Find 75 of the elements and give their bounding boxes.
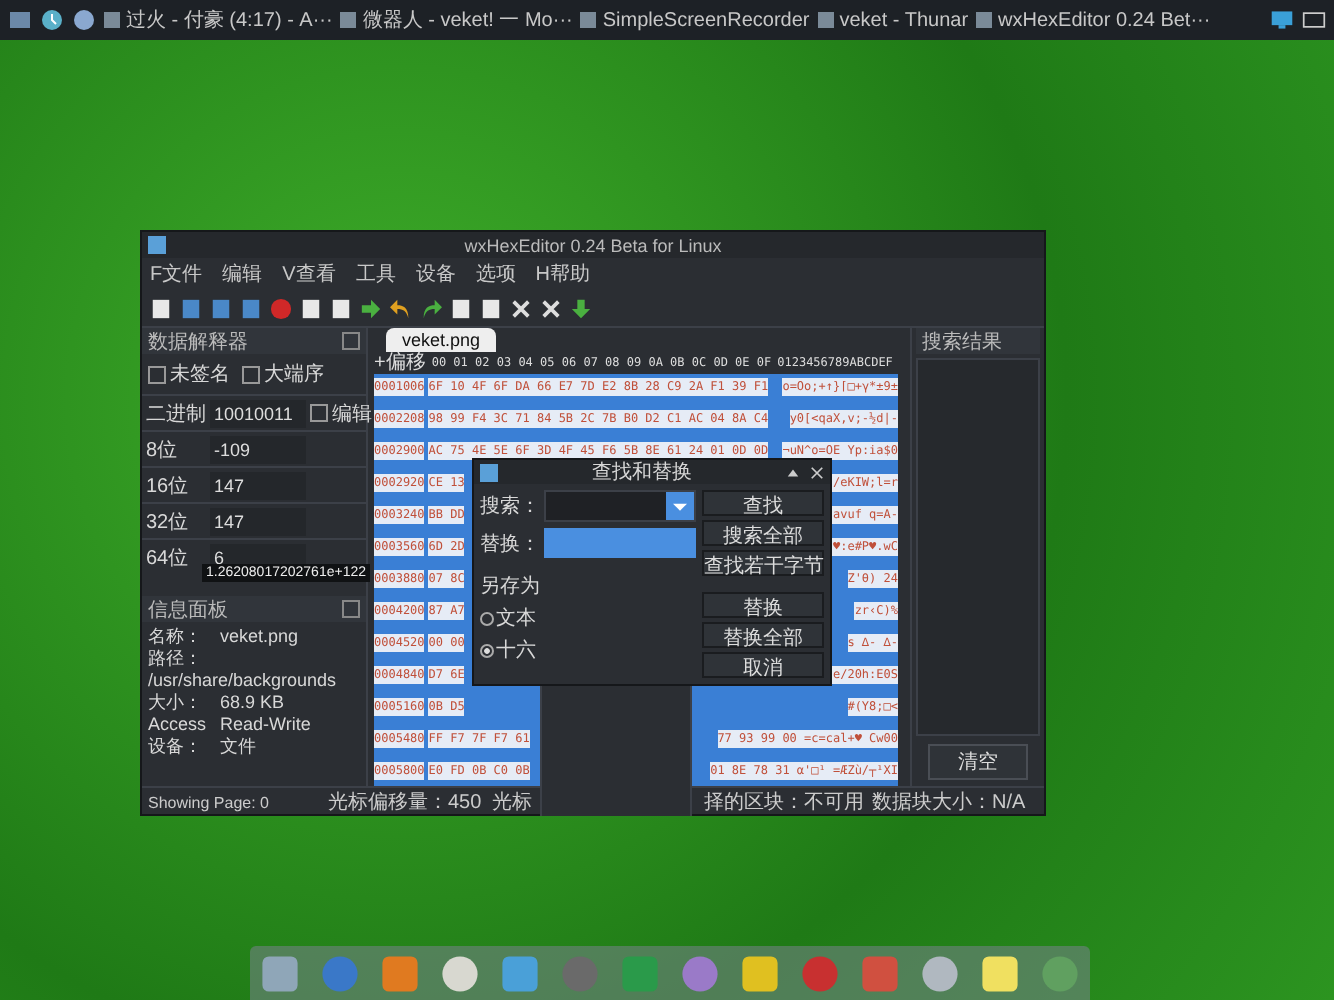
edit-checkbox[interactable]: 编辑 bbox=[310, 399, 372, 427]
window-icon[interactable] bbox=[8, 8, 32, 32]
dialog-button[interactable]: 取消 bbox=[702, 652, 824, 678]
search-label: 搜索： bbox=[480, 493, 540, 520]
menu-item[interactable]: F文件 bbox=[150, 260, 203, 288]
type-label: 8位 bbox=[146, 437, 180, 463]
value-field[interactable]: -109 bbox=[210, 435, 306, 463]
value-field[interactable]: 147 bbox=[210, 507, 306, 535]
app-icon[interactable] bbox=[918, 951, 962, 995]
type-label: 二进制 bbox=[146, 401, 206, 427]
clear-button[interactable]: 清空 bbox=[928, 744, 1028, 780]
menu-item[interactable]: H帮助 bbox=[535, 260, 591, 288]
arrow-down-icon[interactable] bbox=[570, 297, 592, 319]
dialog-title: 查找和替换 bbox=[590, 459, 694, 486]
taskbar-item[interactable]: SimpleScreenRecorder bbox=[580, 9, 810, 31]
info-line: Access Read-Write bbox=[148, 714, 313, 736]
stop-icon[interactable] bbox=[270, 297, 292, 319]
offset-header: +偏移 bbox=[374, 353, 426, 373]
window-title: wxHexEditor 0.24 Beta for Linux bbox=[462, 235, 724, 255]
status-text: Showing Page: 0 bbox=[148, 793, 271, 811]
panel-title: 搜索结果 bbox=[922, 329, 1002, 355]
arrow-right-icon[interactable] bbox=[360, 297, 382, 319]
menu-item[interactable]: 编辑 bbox=[222, 260, 263, 288]
panel-title: 信息面板 bbox=[148, 597, 228, 623]
status-text: 光标 bbox=[492, 789, 534, 816]
panel-title: 数据解释器 bbox=[148, 329, 248, 355]
type-label: 32位 bbox=[146, 509, 191, 535]
info-line: 大小： 68.9 KB bbox=[148, 692, 287, 714]
monitor-icon[interactable] bbox=[1270, 8, 1294, 32]
delete-icon[interactable] bbox=[540, 297, 562, 319]
save-as-label: 另存为 bbox=[480, 573, 540, 600]
status-text: 择的区块：不可用 bbox=[704, 789, 866, 816]
menu-item[interactable]: 设备 bbox=[415, 260, 456, 288]
app-icon[interactable] bbox=[738, 951, 782, 995]
dropdown-icon[interactable] bbox=[666, 492, 694, 520]
type-label: 64位 bbox=[146, 545, 191, 571]
value-field[interactable]: 147 bbox=[210, 471, 306, 499]
taskbar-item[interactable]: 微器人 - veket! 一 Mo··· bbox=[340, 6, 573, 34]
dialog-button[interactable]: 替换全部 bbox=[702, 622, 824, 648]
type-label: 16位 bbox=[146, 473, 191, 499]
dialog-button[interactable]: 替换 bbox=[702, 592, 824, 618]
file-tab[interactable]: veket.png bbox=[386, 328, 497, 352]
redo-icon[interactable] bbox=[420, 297, 442, 319]
app-icon[interactable] bbox=[438, 951, 482, 995]
taskbar-item[interactable]: wxHexEditor 0.24 Bet··· bbox=[976, 9, 1211, 31]
page-icon[interactable] bbox=[300, 297, 322, 319]
replace-field[interactable] bbox=[544, 528, 696, 558]
option-checkbox[interactable]: 大端序 bbox=[242, 360, 324, 388]
taskbar-item[interactable]: veket - Thunar bbox=[817, 9, 969, 31]
status-text: 数据块大小：N/A bbox=[872, 789, 1028, 816]
mode-radio[interactable]: 文本 bbox=[480, 604, 540, 632]
taskbar-item[interactable]: 过火 - 付豪 (4:17) - A··· bbox=[104, 6, 333, 34]
app-icon bbox=[480, 463, 498, 481]
document-icon[interactable] bbox=[150, 297, 172, 319]
menu-item[interactable]: V查看 bbox=[282, 260, 336, 288]
app-icon bbox=[148, 236, 166, 254]
menu-item[interactable]: 选项 bbox=[475, 260, 516, 288]
collapse-icon[interactable] bbox=[786, 465, 800, 479]
dialog-button[interactable]: 搜索全部 bbox=[702, 520, 824, 546]
info-line: 设备： 文件 bbox=[148, 736, 258, 758]
status-text: 光标偏移量：450 bbox=[328, 789, 484, 816]
search-combobox[interactable] bbox=[544, 490, 696, 522]
clock-icon[interactable] bbox=[40, 8, 64, 32]
undo-icon[interactable] bbox=[390, 297, 412, 319]
dialog-button[interactable]: 查找 bbox=[702, 490, 824, 516]
info-line: 名称： veket.png bbox=[148, 626, 301, 648]
mode-radio[interactable]: 十六 bbox=[480, 636, 540, 664]
value-field[interactable]: 10010011 bbox=[210, 399, 306, 427]
window-icon[interactable] bbox=[1302, 8, 1326, 32]
dialog-button[interactable]: 查找若干字节 bbox=[702, 550, 824, 576]
option-checkbox[interactable]: 未签名 bbox=[148, 360, 230, 388]
info-line: 路径： /usr/share/backgrounds bbox=[148, 648, 339, 692]
replace-label: 替换： bbox=[480, 531, 540, 557]
menu-item[interactable]: 工具 bbox=[355, 260, 396, 288]
app-icon[interactable] bbox=[978, 951, 1022, 995]
